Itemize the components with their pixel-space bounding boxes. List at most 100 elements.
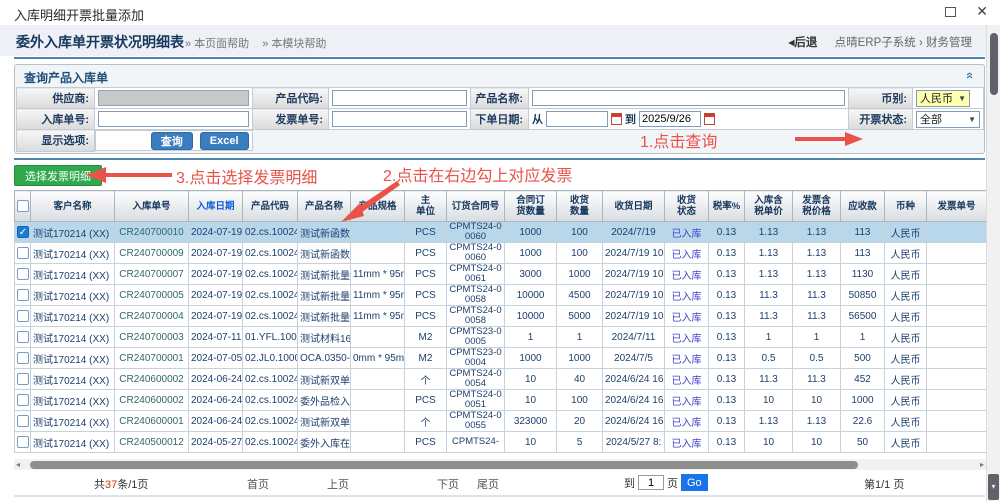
pagination: 共37条/1页 首页 上页 下页 尾页 到 页 Go 第1/1 页 bbox=[14, 471, 985, 497]
currency-select[interactable]: 人民币▼ bbox=[916, 90, 970, 107]
search-button[interactable]: 查询 bbox=[151, 132, 193, 150]
row-checkbox[interactable] bbox=[17, 436, 29, 448]
last-page-link[interactable]: 尾页 bbox=[477, 479, 499, 491]
row-checkbox[interactable] bbox=[17, 289, 29, 301]
help-links: » 本页面帮助 » 本模块帮助 bbox=[185, 35, 336, 51]
row-checkbox[interactable] bbox=[17, 268, 29, 280]
page-info: 第1/1 页 bbox=[864, 476, 904, 492]
calendar-icon[interactable] bbox=[704, 113, 715, 125]
supplier-input[interactable] bbox=[98, 90, 249, 106]
cell-col3: 01.YFL.10000 bbox=[243, 327, 298, 348]
column-header-11: 收货 状态 bbox=[665, 191, 709, 222]
module-help-link[interactable]: » 本模块帮助 bbox=[262, 38, 326, 50]
date-to-label: 到 bbox=[625, 111, 636, 127]
column-header-3: 产品代码 bbox=[243, 191, 298, 222]
cell-col16: 人民币 bbox=[885, 348, 927, 369]
cell-col10: 2024/7/19 10 bbox=[603, 306, 665, 327]
cell-col15: 1130 bbox=[841, 264, 885, 285]
go-button[interactable]: Go bbox=[681, 474, 708, 491]
cell-col9: 1 bbox=[557, 327, 603, 348]
cell-col11[interactable]: 已入库 bbox=[665, 327, 709, 348]
first-page-link[interactable]: 首页 bbox=[247, 479, 269, 491]
row-checkbox[interactable] bbox=[17, 331, 29, 343]
next-page-link[interactable]: 下页 bbox=[437, 479, 459, 491]
cell-col11[interactable]: 已入库 bbox=[665, 222, 709, 243]
collapse-panel-icon[interactable]: « bbox=[963, 72, 978, 79]
calendar-icon[interactable] bbox=[611, 113, 622, 125]
cell-col11[interactable]: 已入库 bbox=[665, 348, 709, 369]
cell-col9: 5000 bbox=[557, 306, 603, 327]
row-checkbox[interactable] bbox=[17, 352, 29, 364]
table-row: 测试170214 (XX)CR2407000092024-07-1902.cs.… bbox=[15, 243, 987, 264]
row-checkbox[interactable] bbox=[17, 394, 29, 406]
breadcrumb-system[interactable]: 点晴ERP子系统 bbox=[835, 37, 916, 49]
cell-col12: 0.13 bbox=[709, 327, 745, 348]
maximize-icon[interactable] bbox=[945, 7, 956, 17]
date-to-input[interactable] bbox=[639, 111, 701, 127]
cell-col6: 个 bbox=[405, 369, 447, 390]
cell-col4: 测试新批量领 bbox=[298, 306, 351, 327]
cell-col10: 2024/6/24 16 bbox=[603, 369, 665, 390]
cell-col8: 1 bbox=[505, 327, 557, 348]
cell-col14: 0.5 bbox=[793, 348, 841, 369]
cell-col7: CPMTS24-00055 bbox=[447, 411, 505, 432]
cell-col1: CR240600002 bbox=[115, 390, 189, 411]
cell-col3: 02.cs.100245 bbox=[243, 432, 298, 453]
column-header-8: 合同订 货数量 bbox=[505, 191, 557, 222]
product-code-input[interactable] bbox=[332, 90, 467, 106]
cell-col11[interactable]: 已入库 bbox=[665, 432, 709, 453]
cell-col1: CR240700010 bbox=[115, 222, 189, 243]
cell-col15: 22.6 bbox=[841, 411, 885, 432]
row-checkbox[interactable] bbox=[17, 373, 29, 385]
invoice-status-select[interactable]: 全部▼ bbox=[916, 111, 980, 128]
row-checkbox[interactable] bbox=[17, 310, 29, 322]
date-from-input[interactable] bbox=[546, 111, 608, 127]
query-panel-title: 查询产品入库单 bbox=[24, 69, 108, 86]
display-options-label: 显示选项: bbox=[17, 130, 95, 152]
row-checkbox[interactable]: ✓ bbox=[17, 226, 29, 238]
prev-page-link[interactable]: 上页 bbox=[327, 479, 349, 491]
cell-col8: 323000 bbox=[505, 411, 557, 432]
annotation-step2: 2.点击在右边勾上对应发票 bbox=[383, 162, 572, 186]
excel-export-button[interactable]: Excel bbox=[200, 132, 249, 150]
cell-col11[interactable]: 已入库 bbox=[665, 369, 709, 390]
cell-col4: 测试新批量领 bbox=[298, 285, 351, 306]
goto-page-input[interactable] bbox=[638, 475, 664, 490]
cell-col16: 人民币 bbox=[885, 285, 927, 306]
column-header-2[interactable]: 入库日期 bbox=[189, 191, 243, 222]
cell-col11[interactable]: 已入库 bbox=[665, 411, 709, 432]
chevron-down-icon: ▼ bbox=[968, 115, 976, 124]
cell-col9: 40 bbox=[557, 369, 603, 390]
cell-col11[interactable]: 已入库 bbox=[665, 243, 709, 264]
select-all-checkbox[interactable] bbox=[17, 200, 29, 212]
cell-col17 bbox=[927, 285, 987, 306]
cell-col17 bbox=[927, 243, 987, 264]
cell-col8: 10000 bbox=[505, 306, 557, 327]
table-row: 测试170214 (XX)CR2407000042024-07-1902.cs.… bbox=[15, 306, 987, 327]
horizontal-scrollbar-thumb[interactable] bbox=[30, 461, 858, 469]
scroll-right-icon[interactable]: ▸ bbox=[980, 460, 984, 469]
cell-col11[interactable]: 已入库 bbox=[665, 285, 709, 306]
cell-col10: 2024/5/27 8: bbox=[603, 432, 665, 453]
breadcrumb-module[interactable]: 财务管理 bbox=[926, 37, 972, 49]
cell-col4: 委外入库在途 bbox=[298, 432, 351, 453]
invoice-no-input[interactable] bbox=[332, 111, 467, 127]
row-checkbox[interactable] bbox=[17, 247, 29, 259]
back-link[interactable]: ◂后退 bbox=[789, 37, 818, 49]
close-icon[interactable]: ✕ bbox=[976, 3, 988, 20]
annotation-step3: 3.点击选择发票明细 bbox=[176, 164, 317, 188]
scroll-left-icon[interactable]: ◂ bbox=[16, 460, 20, 469]
row-checkbox[interactable] bbox=[17, 415, 29, 427]
inbound-no-input[interactable] bbox=[98, 111, 249, 127]
page-help-link[interactable]: » 本页面帮助 bbox=[185, 38, 249, 50]
cell-col2: 2024-07-19 bbox=[189, 243, 243, 264]
cell-col13: 10 bbox=[745, 390, 793, 411]
product-name-input[interactable] bbox=[532, 90, 845, 106]
cell-col11[interactable]: 已入库 bbox=[665, 390, 709, 411]
column-header-1: 入库单号 bbox=[115, 191, 189, 222]
cell-col8: 10 bbox=[505, 390, 557, 411]
cell-col11[interactable]: 已入库 bbox=[665, 264, 709, 285]
scroll-down-icon[interactable]: ▾ bbox=[988, 474, 999, 500]
cell-col11[interactable]: 已入库 bbox=[665, 306, 709, 327]
vertical-scrollbar-thumb[interactable] bbox=[990, 33, 998, 95]
